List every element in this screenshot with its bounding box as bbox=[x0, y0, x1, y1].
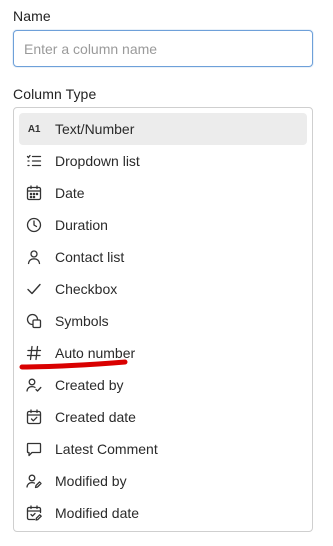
column-type-option-checkbox[interactable]: Checkbox bbox=[19, 273, 307, 305]
column-type-option-created-date[interactable]: Created date bbox=[19, 401, 307, 433]
column-type-option-auto-number[interactable]: Auto number bbox=[19, 337, 307, 369]
column-type-list: A1 Text/Number Dropdown list Date Durati… bbox=[13, 107, 313, 532]
column-editor-panel: Name Column Type A1 Text/Number Dropdown… bbox=[0, 0, 333, 546]
symbols-icon bbox=[26, 313, 42, 329]
column-type-option-contact-list[interactable]: Contact list bbox=[19, 241, 307, 273]
option-label: Modified by bbox=[55, 473, 127, 489]
column-type-option-duration[interactable]: Duration bbox=[19, 209, 307, 241]
hash-icon bbox=[26, 345, 42, 361]
person-edit-icon bbox=[26, 473, 42, 489]
column-type-option-text-number[interactable]: A1 Text/Number bbox=[19, 113, 307, 145]
column-type-option-modified-date[interactable]: Modified date bbox=[19, 497, 307, 529]
clock-icon bbox=[26, 217, 42, 233]
calendar-icon bbox=[26, 185, 42, 201]
option-label: Contact list bbox=[55, 249, 125, 265]
a1-icon: A1 bbox=[27, 123, 41, 135]
option-label: Symbols bbox=[55, 313, 109, 329]
option-label: Created date bbox=[55, 409, 136, 425]
option-label: Date bbox=[55, 185, 85, 201]
person-icon bbox=[26, 249, 42, 265]
option-label: Checkbox bbox=[55, 281, 118, 297]
column-type-option-modified-by[interactable]: Modified by bbox=[19, 465, 307, 497]
option-label: Text/Number bbox=[55, 121, 135, 137]
column-name-input[interactable] bbox=[13, 30, 313, 67]
option-label: Latest Comment bbox=[55, 441, 158, 457]
column-type-option-created-by[interactable]: Created by bbox=[19, 369, 307, 401]
column-type-option-date[interactable]: Date bbox=[19, 177, 307, 209]
column-type-label: Column Type bbox=[13, 86, 97, 102]
column-type-option-symbols[interactable]: Symbols bbox=[19, 305, 307, 337]
person-check-icon bbox=[26, 377, 42, 393]
option-label: Modified date bbox=[55, 505, 140, 521]
column-type-option-dropdown-list[interactable]: Dropdown list bbox=[19, 145, 307, 177]
option-label: Auto number bbox=[55, 345, 136, 361]
list-icon bbox=[26, 153, 42, 169]
name-label: Name bbox=[13, 8, 51, 24]
calendar-check-icon bbox=[26, 409, 42, 425]
comment-icon bbox=[26, 441, 42, 457]
column-type-option-latest-comment[interactable]: Latest Comment bbox=[19, 433, 307, 465]
checkmark-icon bbox=[26, 281, 42, 297]
option-label: Created by bbox=[55, 377, 124, 393]
option-label: Dropdown list bbox=[55, 153, 140, 169]
option-label: Duration bbox=[55, 217, 108, 233]
calendar-edit-icon bbox=[26, 505, 42, 521]
